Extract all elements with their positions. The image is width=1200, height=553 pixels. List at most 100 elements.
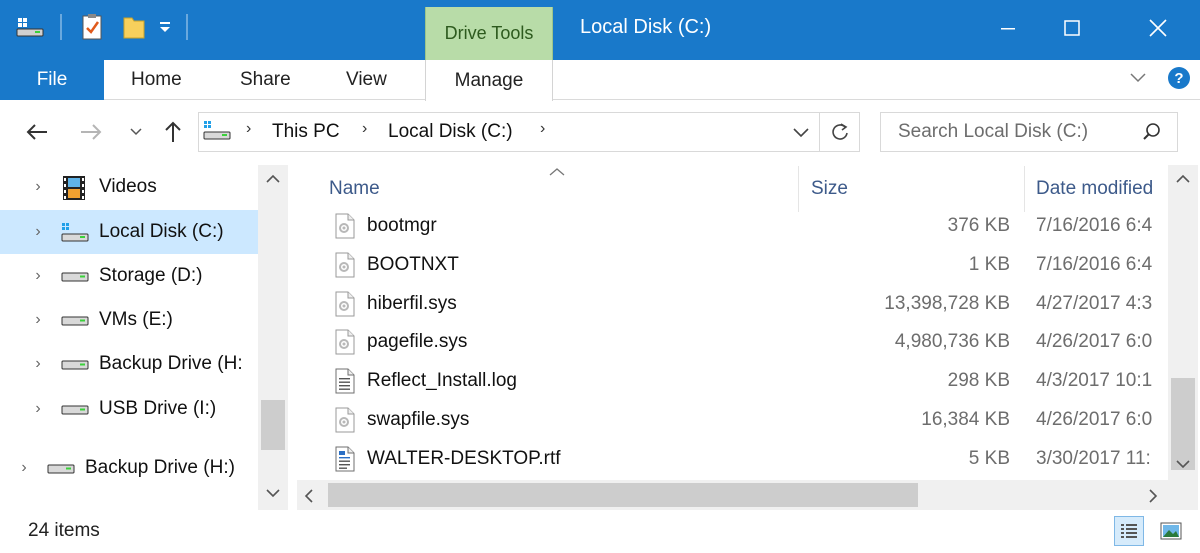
new-folder-button[interactable] (118, 8, 150, 46)
drive-icon (60, 358, 90, 377)
system-file-icon (334, 329, 356, 360)
scroll-up-icon[interactable] (1173, 172, 1193, 191)
file-row[interactable]: hiberfil.sys 13,398,728 KB 4/27/2017 4:3 (300, 285, 1170, 324)
file-row[interactable]: swapfile.sys 16,384 KB 4/26/2017 6:0 (300, 401, 1170, 440)
maximize-button[interactable] (1040, 0, 1104, 56)
scroll-up-icon[interactable] (263, 172, 283, 191)
drive-tools-contextual-tab: Drive Tools (425, 7, 553, 60)
chevron-right-icon[interactable]: › (30, 266, 46, 286)
file-name: swapfile.sys (367, 409, 470, 430)
scroll-right-icon[interactable] (1146, 487, 1160, 510)
system-drive-icon (60, 222, 90, 249)
forward-button[interactable] (76, 114, 106, 150)
expand-ribbon-button[interactable] (1128, 68, 1148, 88)
drive-icon (60, 314, 90, 333)
file-row[interactable]: bootmgr 376 KB 7/16/2016 6:4 (300, 207, 1170, 246)
sort-ascending-icon (548, 164, 566, 182)
toolbar-separator (60, 14, 62, 40)
nav-item-storage[interactable]: › Storage (D:) (0, 254, 258, 298)
customize-toolbar-dropdown[interactable] (154, 8, 176, 46)
large-icons-view-button[interactable] (1156, 516, 1186, 546)
file-row[interactable]: pagefile.sys 4,980,736 KB 4/26/2017 6:0 (300, 323, 1170, 362)
help-button[interactable]: ? (1167, 66, 1191, 90)
column-divider[interactable] (1024, 166, 1025, 212)
file-date-modified: 4/26/2017 6:0 (1036, 409, 1153, 430)
system-file-icon (334, 213, 356, 244)
recent-locations-button[interactable] (126, 114, 146, 150)
column-divider[interactable] (798, 166, 799, 212)
up-button[interactable] (160, 114, 186, 150)
system-drive-icon (202, 120, 232, 147)
breadcrumb-this-pc[interactable]: This PC (272, 121, 340, 143)
column-header-name[interactable]: Name (329, 178, 380, 200)
file-size: 5 KB (968, 448, 1010, 469)
breadcrumb-separator[interactable]: › (540, 120, 545, 138)
file-date-modified: 7/16/2016 6:4 (1036, 215, 1153, 236)
arrow-up-icon (165, 121, 181, 142)
nav-item-local-disk[interactable]: › Local Disk (C:) (0, 210, 258, 254)
tab-file[interactable]: File (0, 60, 104, 100)
tab-manage[interactable]: Manage (425, 60, 553, 101)
chevron-right-icon[interactable]: › (30, 222, 46, 242)
chevron-right-icon[interactable]: › (16, 458, 32, 478)
file-date-modified: 7/16/2016 6:4 (1036, 254, 1153, 275)
rtf-file-icon (334, 446, 356, 477)
address-history-dropdown[interactable] (792, 126, 810, 144)
file-name: BOOTNXT (367, 254, 459, 275)
tab-home[interactable]: Home (131, 60, 182, 100)
window-title: Local Disk (C:) (580, 16, 712, 38)
nav-item-label: Backup Drive (H: (99, 353, 243, 374)
file-name: Reflect_Install.log (367, 370, 517, 391)
file-size: 298 KB (947, 370, 1010, 391)
refresh-icon (831, 123, 848, 140)
horizontal-scroll-thumb[interactable] (328, 483, 918, 507)
file-size: 16,384 KB (921, 409, 1010, 430)
help-icon: ? (1168, 67, 1190, 89)
refresh-button[interactable] (820, 112, 860, 152)
nav-item-vms[interactable]: › VMs (E:) (0, 298, 258, 342)
nav-item-backup-drive-root[interactable]: › Backup Drive (H:) (0, 446, 258, 490)
chevron-down-icon (793, 128, 809, 138)
breadcrumb-separator[interactable]: › (362, 120, 367, 138)
file-row[interactable]: WALTER-DESKTOP.rtf 5 KB 3/30/2017 11: (300, 440, 1170, 479)
breadcrumb-separator[interactable]: › (246, 120, 251, 138)
breadcrumb-local-disk[interactable]: Local Disk (C:) (388, 121, 513, 143)
file-size: 4,980,736 KB (894, 331, 1010, 352)
chevron-right-icon[interactable]: › (30, 399, 46, 419)
drive-icon (60, 403, 90, 422)
chevron-right-icon[interactable]: › (30, 310, 46, 330)
large-icons-view-icon (1160, 522, 1182, 540)
nav-item-videos[interactable]: › Videos (0, 165, 258, 209)
chevron-right-icon[interactable]: › (30, 354, 46, 374)
file-date-modified: 3/30/2017 11: (1036, 448, 1151, 469)
minimize-button[interactable] (976, 0, 1040, 56)
text-file-icon (334, 368, 356, 399)
chevron-right-icon[interactable]: › (30, 177, 46, 197)
scroll-down-icon[interactable] (263, 486, 283, 505)
file-name: WALTER-DESKTOP.rtf (367, 448, 561, 469)
svg-text:?: ? (1174, 70, 1183, 87)
nav-pane-scrollbar[interactable] (258, 165, 288, 510)
details-view-button[interactable] (1114, 516, 1144, 546)
close-button[interactable] (1116, 0, 1200, 56)
chevron-down-icon (130, 128, 142, 136)
scroll-left-icon[interactable] (302, 487, 316, 510)
properties-button[interactable] (76, 8, 108, 46)
nav-item-label: Local Disk (C:) (99, 221, 224, 242)
nav-item-backup-drive[interactable]: › Backup Drive (H: (0, 342, 258, 386)
column-header-size[interactable]: Size (811, 178, 848, 200)
back-button[interactable] (22, 114, 52, 150)
search-placeholder: Search Local Disk (C:) (898, 121, 1089, 142)
scroll-down-icon[interactable] (1173, 457, 1193, 476)
status-item-count: 24 items (28, 520, 100, 541)
drive-icon (60, 270, 90, 289)
nav-item-usb-drive[interactable]: › USB Drive (I:) (0, 387, 258, 431)
nav-item-label: Backup Drive (H:) (85, 457, 235, 478)
file-row[interactable]: BOOTNXT 1 KB 7/16/2016 6:4 (300, 246, 1170, 285)
nav-pane-scroll-thumb[interactable] (261, 400, 285, 450)
file-row[interactable]: Reflect_Install.log 298 KB 4/3/2017 10:1 (300, 362, 1170, 401)
tab-share[interactable]: Share (240, 60, 291, 100)
nav-item-label: Storage (D:) (99, 265, 203, 286)
tab-view[interactable]: View (346, 60, 387, 100)
column-header-date[interactable]: Date modified (1036, 178, 1168, 200)
